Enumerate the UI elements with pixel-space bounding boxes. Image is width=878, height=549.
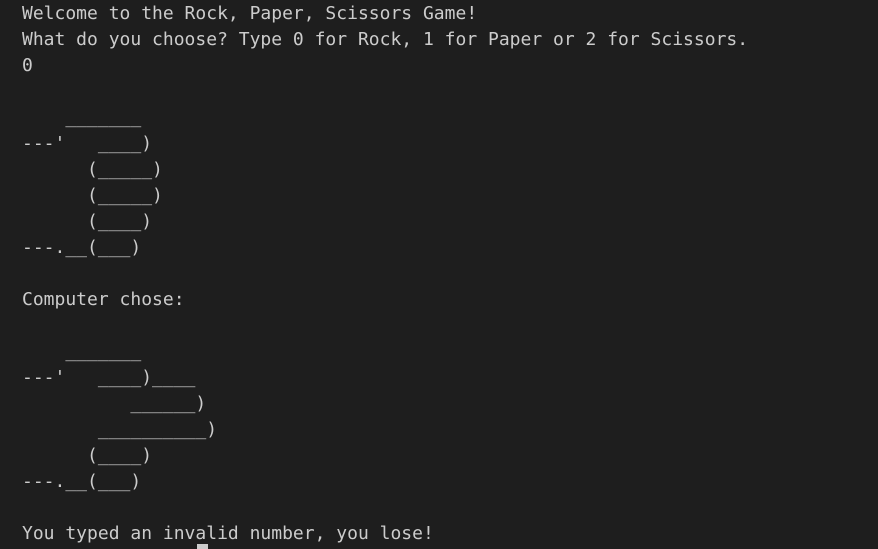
welcome-line: Welcome to the Rock, Paper, Scissors Gam… [22, 3, 478, 24]
terminal-output[interactable]: Welcome to the Rock, Paper, Scissors Gam… [0, 0, 878, 549]
scissors-ascii-art: _______ ---' ____)____ ______) _________… [22, 339, 878, 495]
prompt-line: What do you choose? Type 0 for Rock, 1 f… [22, 29, 749, 50]
scissors-art-line: ---' ____)____ [22, 367, 196, 388]
terminal-cursor [197, 544, 208, 549]
rock-art-line: _______ [22, 107, 142, 128]
rock-ascii-art: _______ ---' ____) (_____) (_____) (____… [22, 105, 878, 261]
result-line: You typed an invalid number, you lose! [22, 523, 434, 544]
computer-chose-label: Computer chose: [22, 289, 185, 310]
scissors-art-line: _______ [22, 341, 142, 362]
rock-art-line: (____) [22, 211, 153, 232]
rock-art-line: ---' ____) [22, 133, 153, 154]
rock-art-line: ---.__(___) [22, 237, 142, 258]
scissors-art-line: ---.__(___) [22, 471, 142, 492]
user-input-line: 0 [22, 55, 33, 76]
scissors-art-line: __________) [22, 419, 218, 440]
rock-art-line: (_____) [22, 159, 163, 180]
scissors-art-line: (____) [22, 445, 153, 466]
rock-art-line: (_____) [22, 185, 163, 206]
scissors-art-line: ______) [22, 393, 207, 414]
